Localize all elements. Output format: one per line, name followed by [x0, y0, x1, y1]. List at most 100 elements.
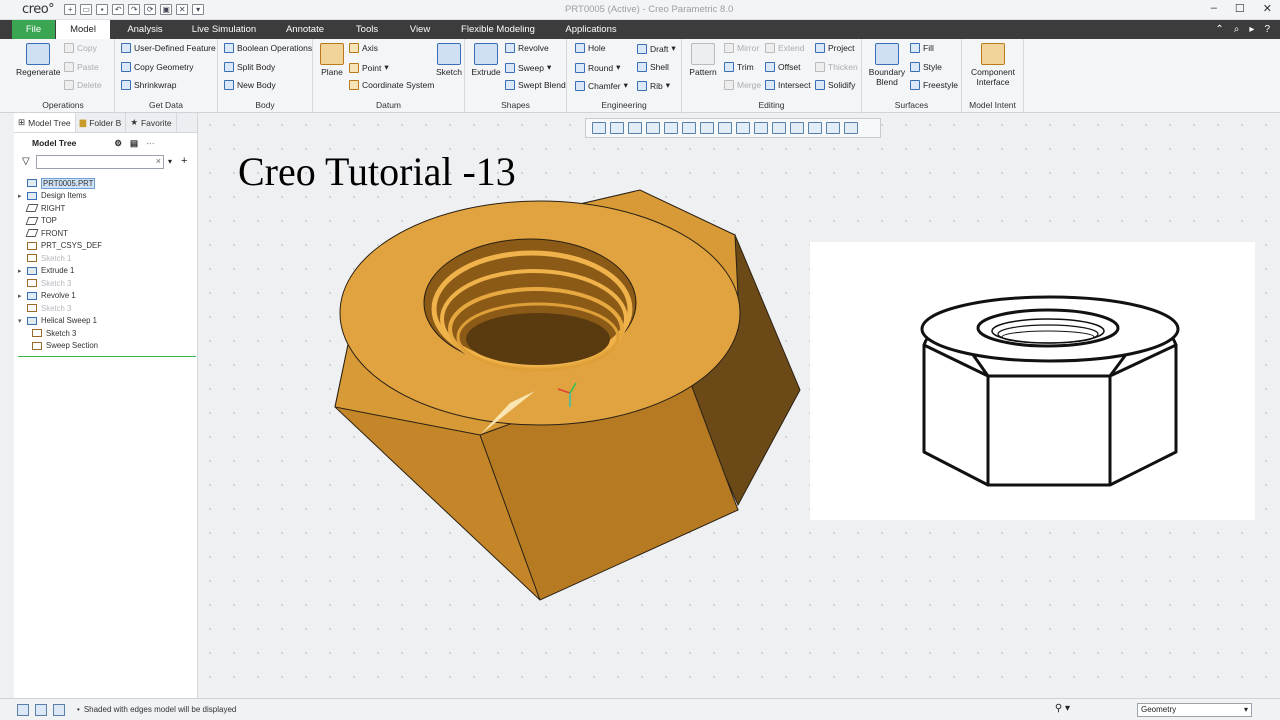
expand-icon[interactable]: ▸ — [18, 292, 27, 300]
filter-icon[interactable]: ▽ — [22, 156, 30, 167]
tab-favorites[interactable]: ★ Favorite — [126, 113, 177, 132]
tree-item[interactable]: Sweep Section — [18, 340, 196, 353]
group-label-surfaces[interactable]: Surfaces — [862, 100, 961, 110]
repaint-icon[interactable] — [646, 122, 660, 134]
redo-icon[interactable]: ↷ — [128, 4, 141, 15]
group-label-body[interactable]: Body — [218, 100, 312, 110]
delete-button[interactable]: Delete — [64, 80, 102, 90]
freestyle-button[interactable]: Freestyle — [910, 80, 958, 90]
search-input[interactable]: × — [36, 155, 164, 169]
coordinate-system-button[interactable]: Coordinate System — [349, 80, 434, 90]
save-icon[interactable]: ▪ — [96, 4, 109, 15]
group-label-model-intent[interactable]: Model Intent — [962, 100, 1023, 110]
clear-search-icon[interactable]: × — [156, 156, 161, 166]
component-interface-button[interactable]: Component Interface — [966, 43, 1020, 87]
plane-button[interactable]: Plane — [317, 43, 347, 77]
sketch-button[interactable]: Sketch — [435, 43, 463, 77]
search-dropdown-icon[interactable]: ▾ — [168, 157, 172, 166]
extrude-button[interactable]: Extrude — [469, 43, 503, 77]
tree-item-root[interactable]: PRT0005.PRT — [18, 177, 196, 190]
group-label-editing[interactable]: Editing — [682, 100, 861, 110]
tree-item[interactable]: ▸ Design Items — [18, 190, 196, 203]
spin-center-icon[interactable] — [790, 122, 804, 134]
collapse-icon[interactable]: ▾ — [18, 317, 27, 325]
expand-icon[interactable]: ▸ — [18, 267, 27, 275]
show-icon[interactable]: ▤ — [130, 138, 138, 149]
close-icon[interactable]: ✕ — [1263, 2, 1272, 15]
tree-settings-icon[interactable]: ⚙ — [114, 138, 122, 149]
minimize-ribbon-icon[interactable]: ⌃ — [1215, 24, 1223, 35]
tab-view[interactable]: View — [404, 20, 436, 39]
point-button[interactable]: Point ▾ — [349, 62, 389, 73]
appearance-icon[interactable] — [808, 122, 822, 134]
tree-item[interactable]: ▸ Extrude 1 — [18, 265, 196, 278]
udf-button[interactable]: User-Defined Feature — [121, 43, 216, 53]
tree-item[interactable]: Sketch 3 — [18, 302, 196, 315]
sweep-button[interactable]: Sweep ▾ — [505, 62, 551, 73]
group-label-operations[interactable]: Operations — [12, 100, 114, 110]
minimize-icon[interactable]: – — [1211, 2, 1217, 15]
tab-flexible-modeling[interactable]: Flexible Modeling — [456, 20, 540, 39]
tab-annotate[interactable]: Annotate — [280, 20, 330, 39]
tree-item[interactable]: TOP — [18, 215, 196, 228]
browser-toggle-icon[interactable] — [35, 703, 47, 716]
datum-display-icon[interactable] — [754, 122, 768, 134]
new-body-button[interactable]: New Body — [224, 80, 276, 90]
tab-analysis[interactable]: Analysis — [122, 20, 168, 39]
project-button[interactable]: Project — [815, 43, 854, 53]
fill-button[interactable]: Fill — [910, 43, 934, 53]
merge-button[interactable]: Merge — [724, 80, 761, 90]
group-label-get-data[interactable]: Get Data — [115, 100, 217, 110]
group-label-engineering[interactable]: Engineering — [567, 100, 681, 110]
tree-options-icon[interactable]: ⋯ — [146, 138, 155, 149]
tree-item[interactable]: ▸ Revolve 1 — [18, 290, 196, 303]
round-button[interactable]: Round ▾ — [575, 62, 620, 73]
revolve-button[interactable]: Revolve — [505, 43, 549, 53]
pattern-button[interactable]: Pattern — [686, 43, 720, 77]
style-button[interactable]: Style — [910, 62, 942, 72]
customize-icon[interactable]: ▾ — [192, 4, 205, 15]
selection-filter[interactable]: Geometry ▾ — [1137, 703, 1252, 717]
full-screen-icon[interactable] — [53, 703, 65, 716]
tab-file[interactable]: File — [12, 20, 55, 39]
close-window-icon[interactable]: ✕ — [176, 4, 189, 15]
filter-dropdown-icon[interactable]: ▾ — [1244, 704, 1248, 716]
open-icon[interactable]: ▭ — [80, 4, 93, 15]
boundary-blend-button[interactable]: Boundary Blend — [866, 43, 908, 87]
display-style-icon[interactable] — [664, 122, 678, 134]
group-label-datum[interactable]: Datum — [313, 100, 464, 110]
shell-button[interactable]: Shell — [637, 62, 669, 72]
mirror-button[interactable]: Mirror — [724, 43, 759, 53]
tab-model[interactable]: Model — [56, 20, 110, 39]
copy-geometry-button[interactable]: Copy Geometry — [121, 62, 194, 72]
hex-nut-model[interactable] — [330, 185, 810, 610]
tree-item[interactable]: PRT_CSYS_DEF — [18, 240, 196, 253]
chamfer-button[interactable]: Chamfer ▾ — [575, 80, 628, 91]
group-label-shapes[interactable]: Shapes — [465, 100, 566, 110]
expand-icon[interactable]: ▸ — [18, 192, 27, 200]
annotation-display-icon[interactable] — [772, 122, 786, 134]
view-manager-icon[interactable] — [700, 122, 714, 134]
new-icon[interactable]: + — [64, 4, 77, 15]
tab-applications[interactable]: Applications — [560, 20, 622, 39]
view-options-icon[interactable] — [844, 122, 858, 134]
draft-button[interactable]: Draft ▾ — [637, 43, 676, 54]
tab-model-tree[interactable]: ⊞ Model Tree — [14, 113, 76, 132]
rib-button[interactable]: Rib ▾ — [637, 80, 670, 91]
search-icon[interactable]: ⌕ — [1234, 24, 1240, 35]
zoom-out-icon[interactable] — [628, 122, 642, 134]
regenerate-quick-icon[interactable]: ⟳ — [144, 4, 157, 15]
insert-here-indicator[interactable] — [18, 356, 196, 357]
split-body-button[interactable]: Split Body — [224, 62, 275, 72]
thicken-button[interactable]: Thicken — [815, 62, 858, 72]
refit-icon[interactable] — [592, 122, 606, 134]
tab-folder-browser[interactable]: ▆ Folder B — [76, 113, 127, 132]
tree-item[interactable]: Sketch 1 — [18, 252, 196, 265]
help-icon[interactable]: ? — [1264, 24, 1270, 35]
copy-button[interactable]: Copy — [64, 43, 97, 53]
undo-icon[interactable]: ↶ — [112, 4, 125, 15]
hole-button[interactable]: Hole — [575, 43, 605, 53]
trim-button[interactable]: Trim — [724, 62, 754, 72]
perspective-icon[interactable] — [718, 122, 732, 134]
tree-item[interactable]: Sketch 3 — [18, 327, 196, 340]
